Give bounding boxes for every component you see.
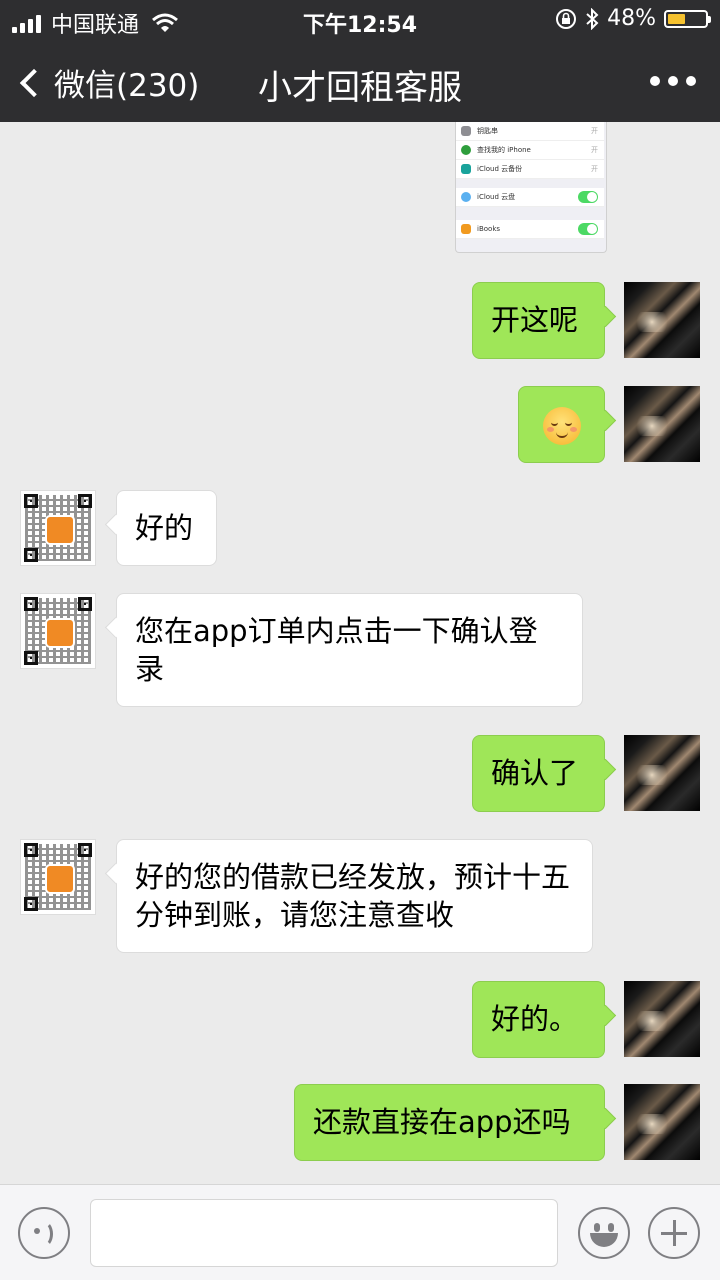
emoji-button[interactable] — [578, 1207, 630, 1259]
ibooks-icon — [461, 224, 471, 234]
service-avatar[interactable] — [20, 490, 96, 566]
toggle-switch — [578, 191, 598, 203]
service-avatar[interactable] — [20, 593, 96, 669]
brand-logo-icon — [45, 515, 75, 545]
input-bar — [0, 1184, 720, 1280]
icloud-drive-icon — [461, 192, 471, 202]
settings-row: 查找我的 iPhone 开 — [456, 141, 604, 160]
my-avatar[interactable] — [624, 981, 700, 1057]
message-input[interactable] — [90, 1199, 558, 1267]
emoji-icon — [594, 1223, 600, 1232]
nav-bar: 微信(230) 小才回租客服 — [0, 40, 720, 122]
status-bar: 中国联通 下午12:54 48% — [0, 0, 720, 40]
battery-percent: 48% — [607, 6, 656, 31]
outgoing-message[interactable]: 开这呢 — [472, 282, 605, 359]
shy-smile-emoji-icon — [543, 407, 581, 445]
brand-logo-icon — [45, 864, 75, 894]
settings-row: iCloud 云备份 开 — [456, 160, 604, 179]
outgoing-message[interactable]: 还款直接在app还吗 — [294, 1084, 605, 1161]
more-functions-button[interactable] — [648, 1207, 700, 1259]
voice-button[interactable] — [18, 1207, 70, 1259]
incoming-message[interactable]: 好的您的借款已经发放，预计十五分钟到账，请您注意查收 — [116, 839, 593, 953]
message-list[interactable]: 钥匙串 开 查找我的 iPhone 开 iCloud 云备份 开 iCloud … — [0, 122, 720, 1184]
my-avatar[interactable] — [624, 386, 700, 462]
more-dots-icon — [650, 76, 660, 86]
my-avatar[interactable] — [624, 282, 700, 358]
incoming-message[interactable]: 您在app订单内点击一下确认登录 — [116, 593, 583, 707]
chat-title: 小才回租客服 — [258, 68, 462, 108]
icloud-backup-icon — [461, 164, 471, 174]
brand-logo-icon — [45, 618, 75, 648]
image-message[interactable]: 钥匙串 开 查找我的 iPhone 开 iCloud 云备份 开 iCloud … — [455, 122, 607, 253]
keychain-icon — [461, 126, 471, 136]
find-iphone-icon — [461, 145, 471, 155]
bluetooth-icon — [586, 7, 599, 30]
outgoing-message[interactable]: 好的。 — [472, 981, 605, 1058]
settings-row: 钥匙串 开 — [456, 122, 604, 141]
my-avatar[interactable] — [624, 1084, 700, 1160]
settings-row: iBooks — [456, 220, 604, 239]
outgoing-message[interactable]: 确认了 — [472, 735, 605, 812]
incoming-message[interactable]: 好的 — [116, 490, 217, 566]
battery-level — [668, 13, 686, 24]
battery-icon — [664, 9, 711, 28]
orientation-lock-icon — [556, 8, 577, 29]
settings-row: iCloud 云盘 — [456, 188, 604, 207]
my-avatar[interactable] — [624, 735, 700, 811]
service-avatar[interactable] — [20, 839, 96, 915]
toggle-switch — [578, 223, 598, 235]
more-options-button[interactable] — [650, 76, 696, 86]
outgoing-message[interactable] — [518, 386, 605, 463]
